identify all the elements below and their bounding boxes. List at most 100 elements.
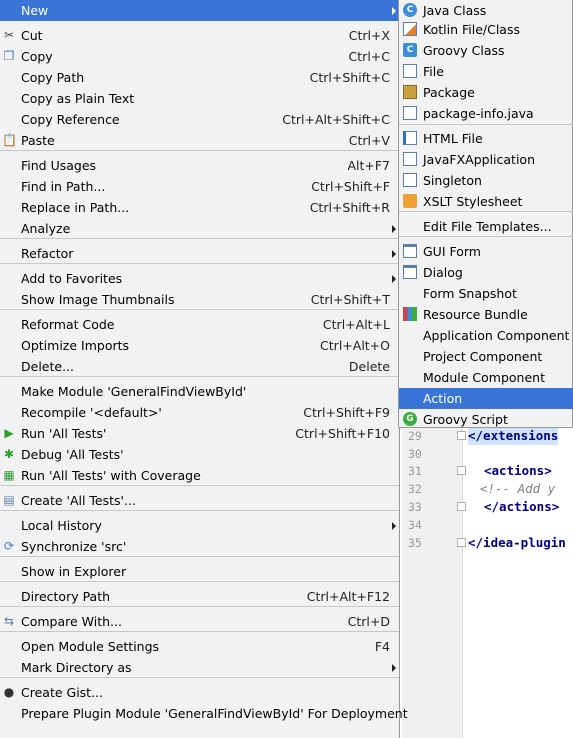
menu-item-recompile-default[interactable]: Recompile '<default>' Ctrl+Shift+F9 (0, 402, 399, 423)
submenu-item-file[interactable]: File (399, 61, 573, 82)
submenu-item-javafxapplication[interactable]: JavaFXApplication (399, 149, 573, 170)
menu-item-directory-path[interactable]: Directory Path Ctrl+Alt+F12 (0, 586, 399, 607)
menu-item-copy-reference[interactable]: Copy Reference Ctrl+Alt+Shift+C (0, 109, 399, 130)
menu-item-label: Cut (21, 28, 43, 43)
submenu-item-form-snapshot[interactable]: Form Snapshot (399, 283, 573, 304)
submenu-item-project-component[interactable]: Project Component (399, 346, 573, 367)
code-line[interactable]: 32 <!-- Add y (402, 480, 573, 498)
groovy-class-icon: C (403, 43, 417, 57)
submenu-item-dialog[interactable]: Dialog (399, 262, 573, 283)
sync-icon: ⟳ (3, 539, 15, 553)
submenu-item-label: GUI Form (423, 244, 481, 259)
submenu-item-label: Dialog (423, 265, 463, 280)
fold-toggle-icon[interactable] (457, 466, 466, 475)
menu-item-analyze[interactable]: Analyze (0, 218, 399, 239)
gui-form-icon (403, 244, 417, 258)
menu-item-refactor[interactable]: Refactor (0, 243, 399, 264)
submenu-item-edit-file-templates[interactable]: Edit File Templates... (399, 216, 573, 237)
menu-item-shortcut: Ctrl+D (347, 614, 390, 629)
submenu-item-action[interactable]: Action (399, 388, 573, 409)
java-class-icon: C (403, 3, 417, 17)
menu-item-local-history[interactable]: Local History (0, 515, 399, 536)
menu-item-label: Copy (21, 49, 53, 64)
menu-item-delete[interactable]: Delete... Delete (0, 356, 399, 377)
run-icon: ▶ (4, 426, 14, 440)
menu-item-synchronize-src[interactable]: ⟳ Synchronize 'src' (0, 536, 399, 557)
submenu-item-application-component[interactable]: Application Component (399, 325, 573, 346)
menu-item-paste[interactable]: 📋 Paste Ctrl+V (0, 130, 399, 151)
menu-item-show-image-thumbnails[interactable]: Show Image Thumbnails Ctrl+Shift+T (0, 289, 399, 310)
code-line[interactable]: 33 </actions> (402, 498, 573, 516)
submenu-item-module-component[interactable]: Module Component (399, 367, 573, 388)
submenu-item-label: package-info.java (423, 106, 534, 121)
submenu-item-groovy-script[interactable]: G Groovy Script (399, 409, 573, 430)
menu-item-make-module-generalfindviewbyid[interactable]: Make Module 'GeneralFindViewById' (0, 381, 399, 402)
menu-item-shortcut: Delete (348, 359, 390, 374)
new-submenu: C Java Class Kotlin File/Class C Groovy Clas… (398, 0, 573, 428)
menu-item-shortcut: Ctrl+Shift+F (311, 179, 390, 194)
debug-icon: ✱ (3, 447, 15, 461)
menu-item-label: Create Gist... (21, 685, 104, 700)
menu-item-label: Open Module Settings (21, 639, 160, 654)
menu-item-compare-with[interactable]: ⇆ Compare With... Ctrl+D (0, 611, 399, 632)
menu-item-label: Optimize Imports (21, 338, 130, 353)
code-line[interactable]: 35 </idea-plugin (402, 534, 573, 552)
menu-item-label: New (21, 3, 49, 18)
submenu-item-label: Module Component (423, 370, 545, 385)
submenu-item-kotlin-file-class[interactable]: Kotlin File/Class (399, 19, 573, 40)
menu-item-show-in-explorer[interactable]: Show in Explorer (0, 561, 399, 582)
dialog-icon (403, 265, 417, 279)
menu-item-debug-all-tests[interactable]: ✱ Debug 'All Tests' (0, 444, 399, 465)
submenu-item-xslt-stylesheet[interactable]: XSLT Stylesheet (399, 191, 573, 212)
submenu-item-groovy-class[interactable]: C Groovy Class (399, 40, 573, 61)
line-number: 35 (408, 536, 422, 550)
code-line[interactable]: 34 (402, 516, 573, 534)
submenu-item-singleton[interactable]: Singleton (399, 170, 573, 191)
menu-item-run-all-tests-with-coverage[interactable]: ▦ Run 'All Tests' with Coverage (0, 465, 399, 486)
submenu-item-gui-form[interactable]: GUI Form (399, 241, 573, 262)
singleton-icon (403, 173, 417, 187)
menu-item-find-usages[interactable]: Find Usages Alt+F7 (0, 155, 399, 176)
menu-item-open-module-settings[interactable]: Open Module Settings F4 (0, 636, 399, 657)
menu-item-prepare-plugin-module-generalfindviewbyid-for-deployment[interactable]: Prepare Plugin Module 'GeneralFindViewBy… (0, 703, 408, 724)
package-icon (403, 85, 417, 99)
menu-item-optimize-imports[interactable]: Optimize Imports Ctrl+Alt+O (0, 335, 399, 356)
line-number: 33 (408, 500, 422, 514)
fold-toggle-icon[interactable] (457, 538, 466, 547)
submenu-item-package[interactable]: Package (399, 82, 573, 103)
fold-toggle-icon[interactable] (457, 502, 466, 511)
submenu-item-html-file[interactable]: HTML File (399, 128, 573, 149)
menu-item-copy-path[interactable]: Copy Path Ctrl+Shift+C (0, 67, 399, 88)
submenu-arrow-icon (392, 664, 396, 672)
menu-item-shortcut: Ctrl+Shift+F9 (303, 405, 390, 420)
menu-item-create-all-tests[interactable]: ▤ Create 'All Tests'... (0, 490, 399, 511)
menu-item-copy-as-plain-text[interactable]: Copy as Plain Text (0, 88, 399, 109)
menu-item-find-in-path[interactable]: Find in Path... Ctrl+Shift+F (0, 176, 399, 197)
menu-item-shortcut: Ctrl+Shift+T (310, 292, 390, 307)
menu-item-reformat-code[interactable]: Reformat Code Ctrl+Alt+L (0, 314, 399, 335)
submenu-item-java-class[interactable]: C Java Class (399, 0, 573, 21)
submenu-item-label: Singleton (423, 173, 482, 188)
fold-toggle-icon[interactable] (457, 431, 466, 440)
submenu-item-label: Application Component (423, 328, 570, 343)
submenu-item-resource-bundle[interactable]: Resource Bundle (399, 304, 573, 325)
java-file-icon (403, 106, 417, 120)
menu-item-shortcut: Alt+F7 (347, 158, 390, 173)
menu-item-mark-directory-as[interactable]: Mark Directory as (0, 657, 399, 678)
menu-item-run-all-tests[interactable]: ▶ Run 'All Tests' Ctrl+Shift+F10 (0, 423, 399, 444)
submenu-item-label: Action (423, 391, 463, 406)
menu-item-new[interactable]: New (0, 0, 399, 21)
menu-item-label: Run 'All Tests' with Coverage (21, 468, 201, 483)
menu-item-add-to-favorites[interactable]: Add to Favorites (0, 268, 399, 289)
menu-item-create-gist[interactable]: ● Create Gist... (0, 682, 399, 703)
code-line[interactable]: 30 (402, 445, 573, 463)
code-line[interactable]: 31 <actions> (402, 462, 573, 480)
submenu-item-package-info-java[interactable]: package-info.java (399, 103, 573, 124)
xslt-icon (403, 194, 417, 208)
menu-item-cut[interactable]: ✂ Cut Ctrl+X (0, 25, 399, 46)
kotlin-file-icon (403, 22, 417, 36)
line-number: 32 (408, 482, 422, 496)
menu-item-copy[interactable]: ❐ Copy Ctrl+C (0, 46, 399, 67)
submenu-item-label: Groovy Class (423, 43, 505, 58)
menu-item-replace-in-path[interactable]: Replace in Path... Ctrl+Shift+R (0, 197, 399, 218)
